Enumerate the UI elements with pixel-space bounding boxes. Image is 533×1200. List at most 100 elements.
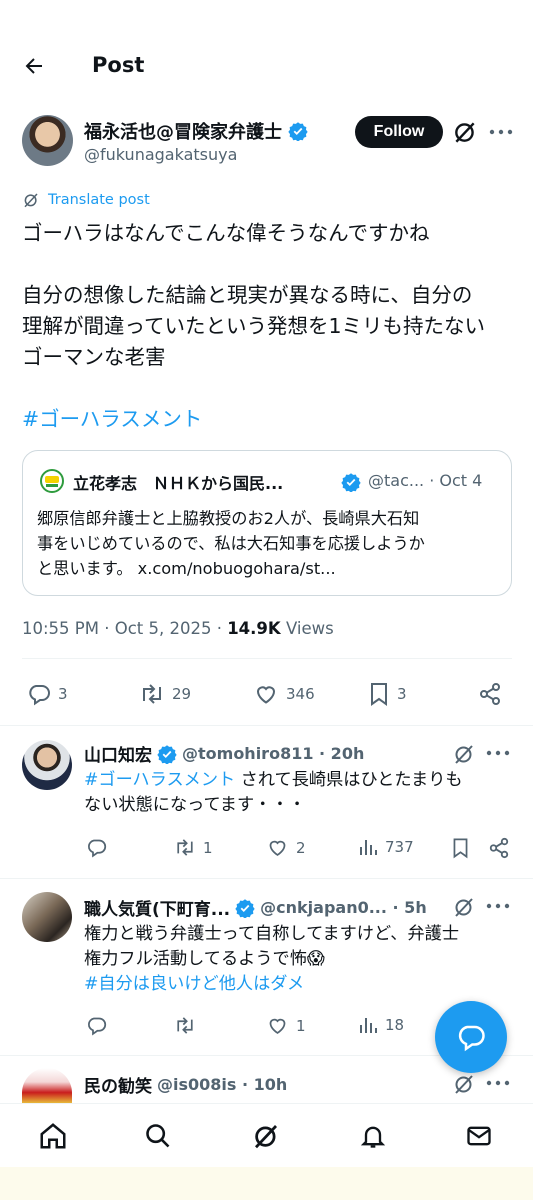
- bookmark-button[interactable]: [451, 837, 470, 859]
- repost-count: 1: [203, 838, 213, 857]
- nav-grok[interactable]: [248, 1118, 284, 1154]
- reply-author-name-text: 民の勧笑: [84, 1077, 152, 1097]
- views-button[interactable]: 18: [358, 1015, 404, 1035]
- reply-text: 権力と戦う弁護士って自称してますけど、弁護士 権力フル活動してるようで怖😱 #自…: [84, 922, 509, 997]
- share-button[interactable]: [478, 682, 502, 706]
- post-timestamp: 10:55 PM · Oct 5, 2025 · 14.9K Views: [22, 619, 334, 638]
- avatar[interactable]: [22, 1068, 72, 1103]
- reply-icon: [458, 1025, 485, 1052]
- reply-text-line: 権力と戦う弁護士って自称してますけど、弁護士: [84, 924, 460, 944]
- repost-count: 29: [172, 685, 192, 703]
- quoted-text: 郷原信郎弁護士と上脇教授のお2人が、長崎県大石知 事をいじめているので、私は大石…: [37, 506, 507, 581]
- quoted-author-name: 立花孝志 ＮＨＫから国民...: [73, 474, 284, 493]
- reply-author-name[interactable]: 山口知宏 @tomohiro811 · 20h: [84, 741, 364, 766]
- more-options-button[interactable]: [486, 119, 516, 145]
- grok-button[interactable]: [452, 119, 478, 145]
- author-handle[interactable]: @fukunagakatsuya: [84, 145, 237, 164]
- bell-icon: [360, 1126, 386, 1148]
- nav-home[interactable]: [35, 1118, 71, 1154]
- more-icon: [489, 129, 513, 135]
- hashtag-link[interactable]: #ゴーハラスメント: [84, 770, 235, 790]
- views-button[interactable]: 737: [358, 837, 414, 857]
- system-gesture-bar: [0, 1167, 533, 1200]
- views-count: 14.9K: [227, 619, 281, 638]
- post-body-line: 自分の想像した結論と現実が異なる時に、自分の: [22, 283, 473, 307]
- reply-count: 3: [58, 685, 68, 703]
- heart-icon: [256, 686, 276, 704]
- more-icon: [486, 750, 510, 756]
- share-button[interactable]: [488, 837, 510, 859]
- like-count: 1: [296, 1016, 306, 1035]
- share-icon: [489, 837, 509, 859]
- views-count: 737: [385, 838, 414, 856]
- reply-icon: [88, 1017, 107, 1036]
- avatar[interactable]: [22, 740, 72, 790]
- bookmark-button[interactable]: 3: [368, 682, 407, 706]
- reply-author-name-text: 山口知宏: [84, 746, 152, 766]
- reply-button[interactable]: [86, 837, 107, 858]
- avatar[interactable]: [22, 892, 72, 942]
- nav-search[interactable]: [140, 1118, 176, 1154]
- follow-button[interactable]: Follow: [355, 116, 443, 148]
- divider: [0, 725, 533, 726]
- grok-button[interactable]: [452, 1072, 476, 1096]
- grok-button[interactable]: [452, 742, 476, 766]
- arrow-left-icon: [25, 58, 42, 74]
- share-icon: [480, 683, 500, 705]
- like-count: 2: [296, 838, 306, 857]
- heart-icon: [269, 840, 286, 856]
- more-options-button[interactable]: [486, 903, 510, 909]
- post-time: 10:55 PM · Oct 5, 2025 ·: [22, 619, 228, 638]
- quoted-post[interactable]: 立花孝志 ＮＨＫから国民... @tac... · Oct 4 郷原信郎弁護士と…: [22, 450, 512, 596]
- hashtag-link[interactable]: #ゴーハラスメント: [22, 402, 202, 432]
- grok-button[interactable]: [452, 895, 476, 919]
- reply-button[interactable]: 3: [27, 682, 68, 706]
- bookmark-count: 3: [397, 685, 407, 703]
- quoted-text-line: 郷原信郎弁護士と上脇教授のお2人が、長崎県大石知: [37, 509, 420, 528]
- reply-author-name[interactable]: 民の勧笑 @is008is · 10h: [84, 1072, 287, 1097]
- reply-text: #ゴーハラスメント されて長崎県はひとたまりも ない状態になってます・・・: [84, 768, 509, 818]
- reply-handle-time: @cnkjapan0... · 5h: [260, 898, 427, 917]
- more-options-button[interactable]: [486, 1080, 510, 1086]
- like-button[interactable]: 1: [266, 1015, 306, 1036]
- post-body-line: [22, 249, 522, 280]
- heart-icon: [269, 1018, 286, 1034]
- reply-compose-button[interactable]: [435, 1001, 507, 1073]
- verified-badge-icon: [157, 744, 177, 764]
- reply-handle-time: @tomohiro811 · 20h: [182, 744, 365, 763]
- verified-badge-icon: [288, 122, 308, 141]
- party-logo-icon: [45, 476, 59, 487]
- back-button[interactable]: [14, 48, 54, 84]
- post-body-line: 理解が間違っていたという発想を1ミリも持たない: [22, 314, 486, 338]
- like-button[interactable]: 2: [266, 837, 306, 858]
- reply-button[interactable]: [86, 1015, 107, 1036]
- post-body: ゴーハラはなんでこんな偉そうなんですかね 自分の想像した結論と現実が異なる時に、…: [22, 218, 522, 373]
- reply-handle-time: @is008is · 10h: [157, 1075, 288, 1094]
- author-name-text: 福永活也@冒険家弁護士: [84, 122, 282, 143]
- avatar[interactable]: [22, 115, 73, 166]
- more-options-button[interactable]: [486, 750, 510, 756]
- views-chart-icon: [360, 840, 377, 855]
- repost-button[interactable]: [174, 1015, 196, 1036]
- nav-messages[interactable]: [461, 1118, 497, 1154]
- translate-post-link[interactable]: Translate post: [22, 191, 150, 209]
- page-title: Post: [92, 53, 145, 77]
- author-name[interactable]: 福永活也@冒険家弁護士: [84, 118, 308, 144]
- repost-icon: [177, 1017, 193, 1034]
- post-body-line: ゴーハラはなんでこんな偉そうなんですかね: [22, 221, 430, 245]
- reply-icon: [29, 685, 50, 706]
- grok-icon: [455, 898, 473, 917]
- divider: [22, 658, 512, 659]
- reply-text-line: 権力フル活動してるようで怖😱: [84, 949, 325, 969]
- search-icon: [146, 1124, 170, 1148]
- hashtag-link[interactable]: #自分は良いけど他人はダメ: [84, 972, 509, 997]
- repost-button[interactable]: 1: [174, 837, 213, 858]
- more-icon: [486, 1080, 510, 1086]
- like-button[interactable]: 346: [253, 682, 315, 706]
- repost-icon: [143, 684, 161, 704]
- bookmark-icon: [371, 683, 387, 706]
- reply-author-name[interactable]: 職人気質(下町育... @cnkjapan0... · 5h: [84, 895, 427, 920]
- repost-button[interactable]: 29: [139, 682, 191, 706]
- nav-notifications[interactable]: [355, 1118, 391, 1154]
- grok-icon: [455, 745, 473, 764]
